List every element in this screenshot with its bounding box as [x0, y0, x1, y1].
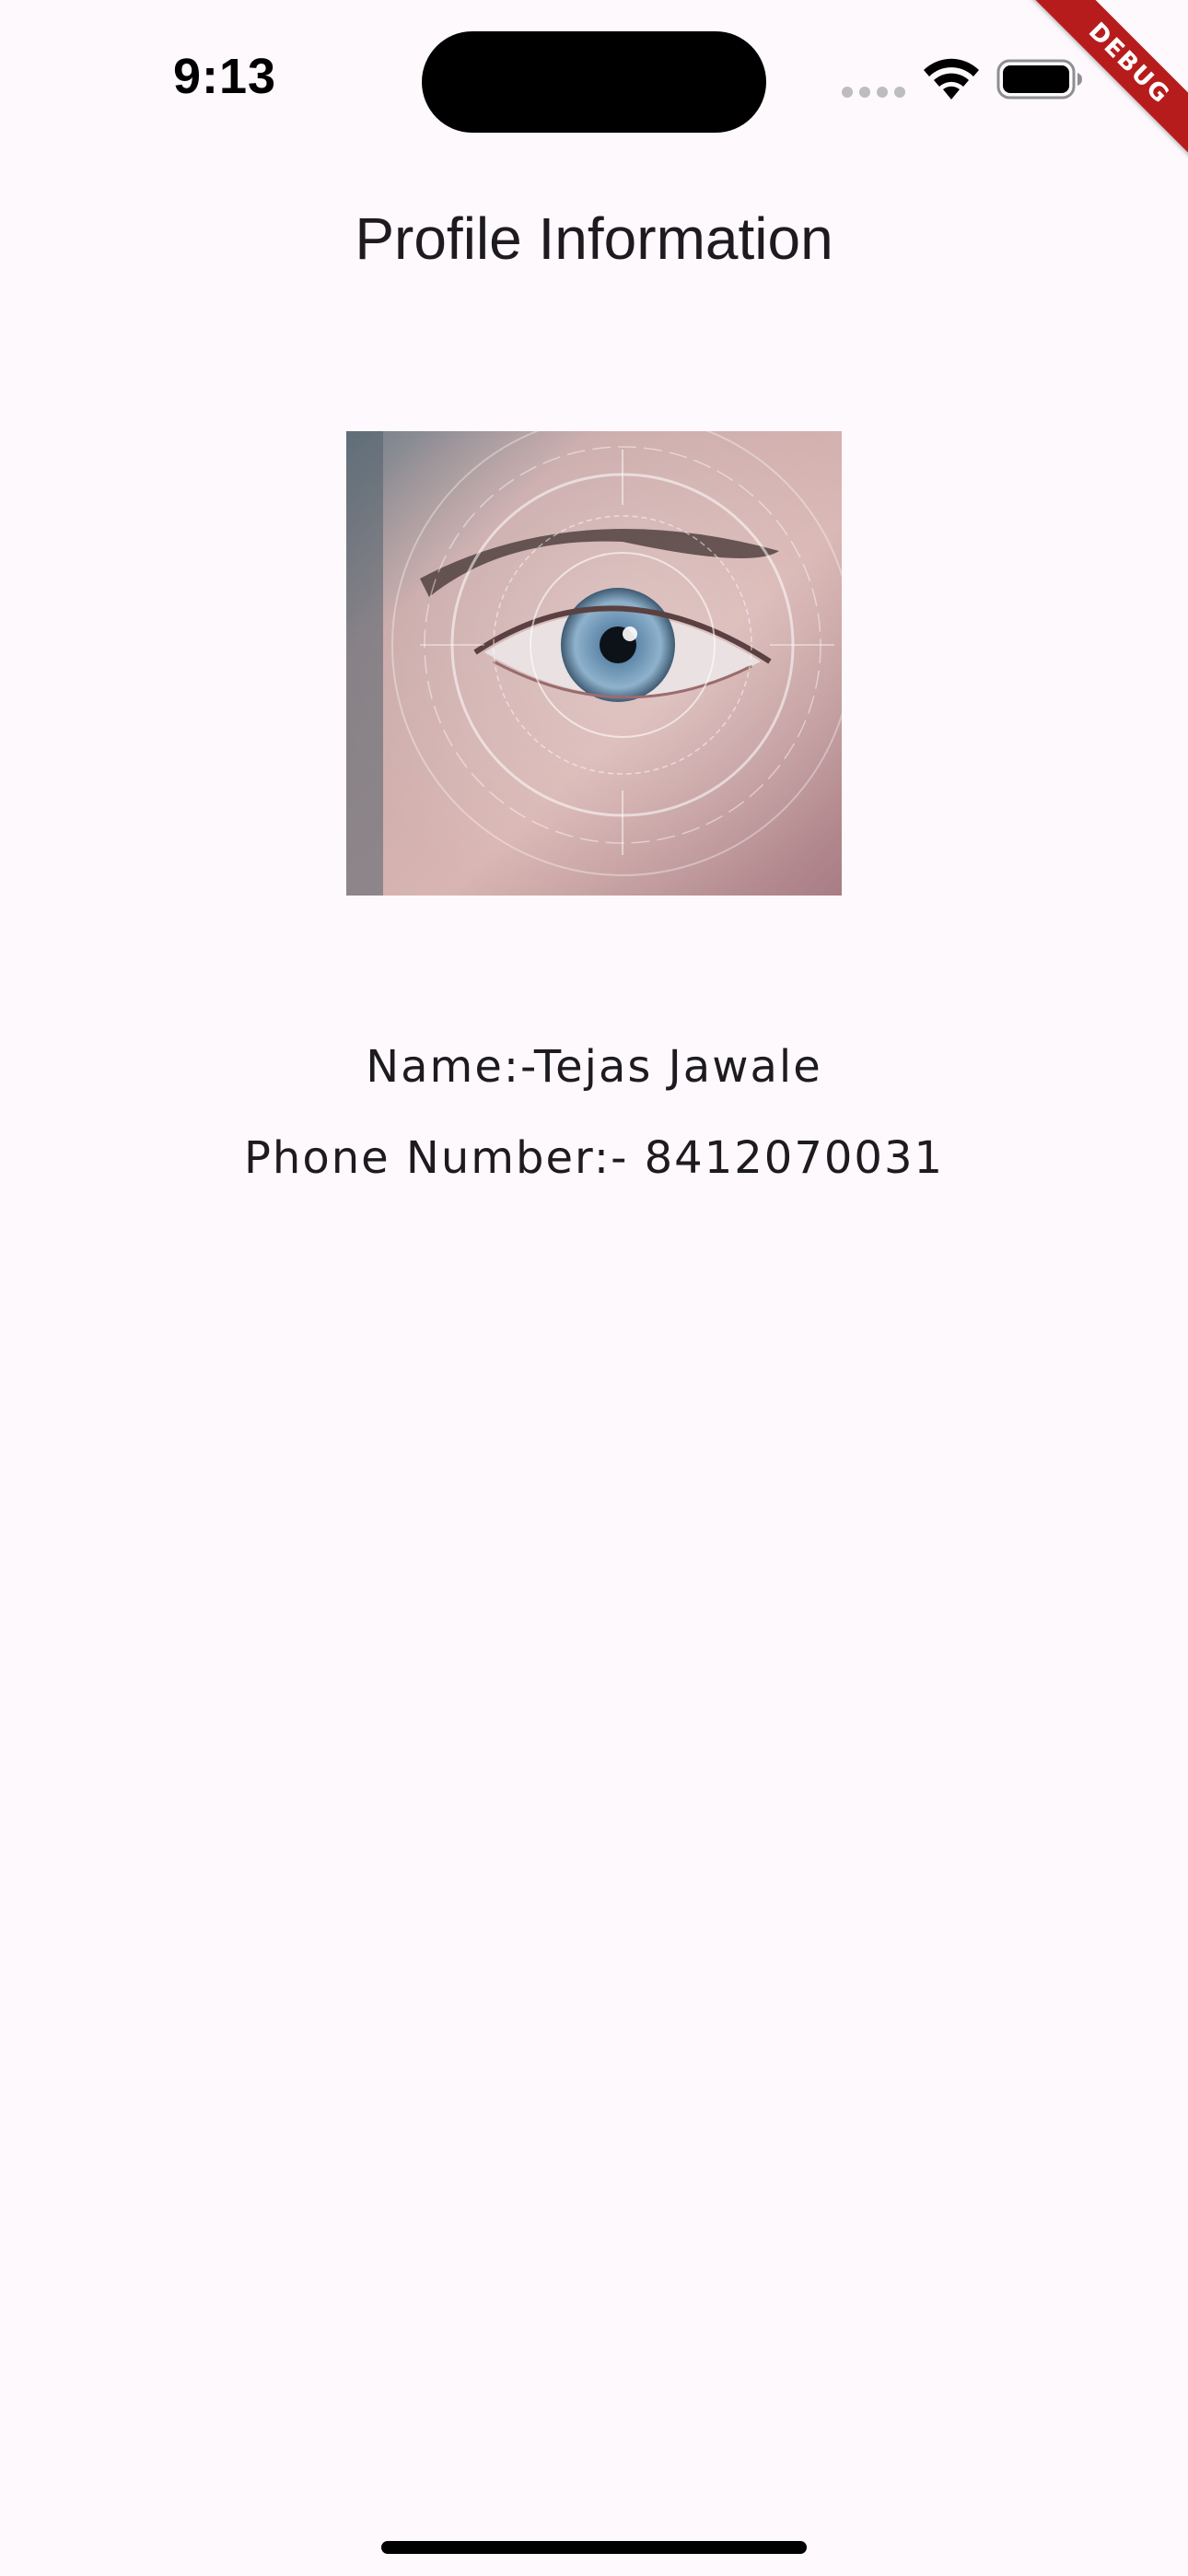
wifi-icon [924, 58, 979, 100]
status-time: 9:13 [173, 49, 277, 104]
page-title: Profile Information [355, 205, 833, 272]
profile-phone: Phone Number:- 8412070031 [243, 1132, 945, 1184]
dynamic-island [422, 31, 766, 133]
profile-image [346, 431, 842, 896]
eye-scan-image [346, 431, 842, 896]
debug-banner-label: DEBUG [1016, 0, 1188, 177]
profile-name: Name:-Tejas Jawale [366, 1041, 822, 1093]
home-indicator[interactable] [381, 2541, 807, 2554]
cellular-signal-icon [842, 87, 906, 100]
debug-banner: DEBUG [1004, 0, 1188, 184]
